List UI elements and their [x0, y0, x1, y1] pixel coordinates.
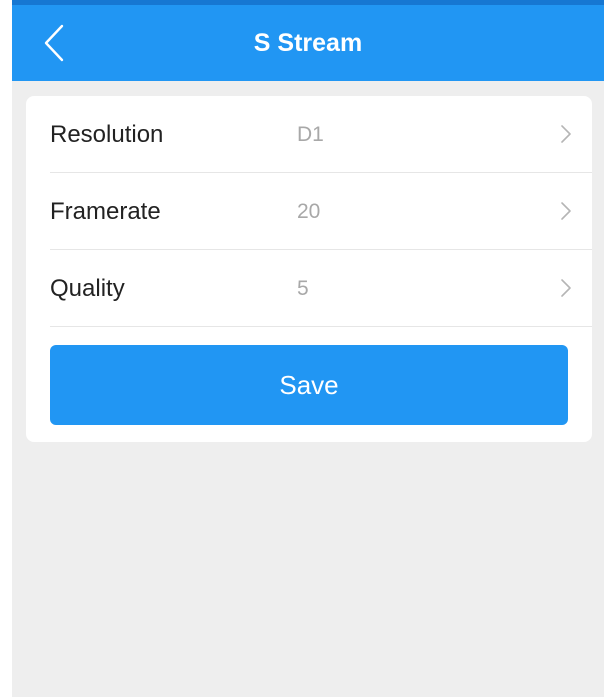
- framerate-row[interactable]: Framerate 20: [26, 173, 592, 250]
- row-divider: [50, 326, 592, 327]
- chevron-right-icon: [561, 202, 571, 220]
- chevron-right-icon: [561, 125, 571, 143]
- chevron-right-icon: [561, 279, 571, 297]
- quality-value: 5: [297, 277, 309, 300]
- settings-card: Resolution D1 Framerate 20 Quality 5 Sav…: [26, 96, 592, 442]
- back-button[interactable]: [26, 13, 82, 73]
- chevron-left-icon: [44, 24, 64, 62]
- page-title: S Stream: [253, 29, 363, 57]
- quality-label: Quality: [50, 275, 125, 302]
- resolution-value: D1: [297, 123, 324, 146]
- resolution-row[interactable]: Resolution D1: [26, 96, 592, 173]
- app-screen: S Stream Resolution D1 Framerate 20 Qual…: [12, 0, 604, 697]
- framerate-value: 20: [297, 200, 321, 223]
- save-button[interactable]: Save: [50, 345, 568, 425]
- quality-row[interactable]: Quality 5: [26, 250, 592, 327]
- resolution-label: Resolution: [50, 121, 164, 148]
- framerate-label: Framerate: [50, 198, 161, 225]
- app-header: S Stream: [12, 5, 604, 81]
